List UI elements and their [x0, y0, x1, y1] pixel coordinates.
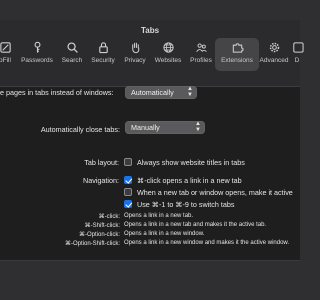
cmd-click-label: ⌘-click opens a link in a new tab — [137, 176, 242, 185]
window-title: Tabs — [140, 26, 160, 35]
shortcut-key: ⌘-Shift-click: — [84, 223, 120, 229]
always-show-titles-checkbox[interactable] — [124, 158, 132, 166]
shortcut-desc: Opens a link in a new tab. — [124, 213, 194, 219]
shortcut-key: ⌘-Option-click: — [78, 232, 120, 238]
toolbar-autofill[interactable]: oFill — [0, 41, 18, 73]
search-icon — [66, 42, 78, 53]
profiles-icon — [195, 43, 207, 53]
toolbar-label: Passwords — [21, 57, 53, 64]
open-pages-popup[interactable]: Automatically ▲ ▼ — [125, 86, 197, 99]
use-cmd-numbers-label: Use ⌘-1 to ⌘-9 to switch tabs — [137, 200, 235, 209]
open-pages-label: e pages in tabs instead of windows: — [0, 88, 114, 97]
cmd-click-checkbox[interactable] — [124, 176, 132, 184]
auto-close-popup[interactable]: Manually ▲ ▼ — [125, 121, 205, 134]
toolbar-extensions[interactable]: Extensions — [215, 38, 259, 73]
autofill-icon — [0, 42, 11, 53]
toolbar: Tabs oFill Passwords Search Security Pri… — [0, 20, 304, 87]
shortcut-desc: Opens a link in a new window. — [124, 231, 205, 237]
use-cmd-numbers-checkbox[interactable] — [124, 200, 132, 208]
puzzle-icon — [232, 43, 244, 53]
globe-icon — [162, 42, 174, 53]
toolbar-privacy[interactable]: Privacy — [122, 41, 148, 73]
toolbar-security[interactable]: Security — [88, 41, 118, 73]
auto-close-value: Manually — [131, 123, 160, 132]
gear-icon — [269, 42, 279, 53]
toolbar-label: Privacy — [124, 57, 146, 64]
new-tab-active-checkbox[interactable] — [124, 188, 132, 196]
tab-layout-label: Tab layout: — [84, 158, 119, 167]
toolbar-label: oFill — [0, 57, 11, 64]
shortcut-key: ⌘-Option-Shift-click: — [64, 241, 120, 247]
shortcut-key: ⌘-click: — [98, 214, 120, 220]
shortcut-desc: Opens a link in a new window and makes i… — [124, 240, 290, 246]
toolbar-label: D — [294, 57, 300, 64]
toolbar-label: Search — [61, 57, 83, 64]
developer-icon — [292, 42, 304, 53]
chevron-updown-icon: ▲ ▼ — [195, 121, 201, 133]
new-tab-active-label: When a new tab or window opens, make it … — [137, 188, 293, 197]
preferences-window: Tabs oFill Passwords Search Security Pri… — [0, 20, 304, 261]
toolbar-search[interactable]: Search — [59, 41, 85, 73]
toolbar-websites[interactable]: Websites — [153, 41, 183, 73]
open-pages-value: Automatically — [131, 88, 174, 97]
toolbar-label: Profiles — [190, 57, 212, 64]
auto-close-label: Automatically close tabs: — [40, 125, 120, 134]
toolbar-label: Advanced — [259, 57, 289, 64]
toolbar-label: Security — [91, 57, 115, 64]
key-icon — [34, 41, 40, 53]
toolbar-label: Extensions — [221, 57, 253, 64]
toolbar-developer[interactable]: D — [290, 41, 304, 73]
toolbar-advanced[interactable]: Advanced — [257, 41, 291, 73]
chevron-updown-icon: ▲ ▼ — [187, 86, 193, 98]
navigation-label: Navigation: — [83, 176, 119, 185]
toolbar-passwords[interactable]: Passwords — [20, 41, 54, 73]
toolbar-profiles[interactable]: Profiles — [187, 41, 215, 73]
lock-icon — [98, 42, 108, 54]
always-show-titles-label: Always show website titles in tabs — [137, 158, 245, 167]
shortcut-desc: Opens a link in a new tab and makes it t… — [124, 222, 267, 228]
toolbar-label: Websites — [154, 57, 182, 64]
hand-icon — [131, 42, 139, 54]
